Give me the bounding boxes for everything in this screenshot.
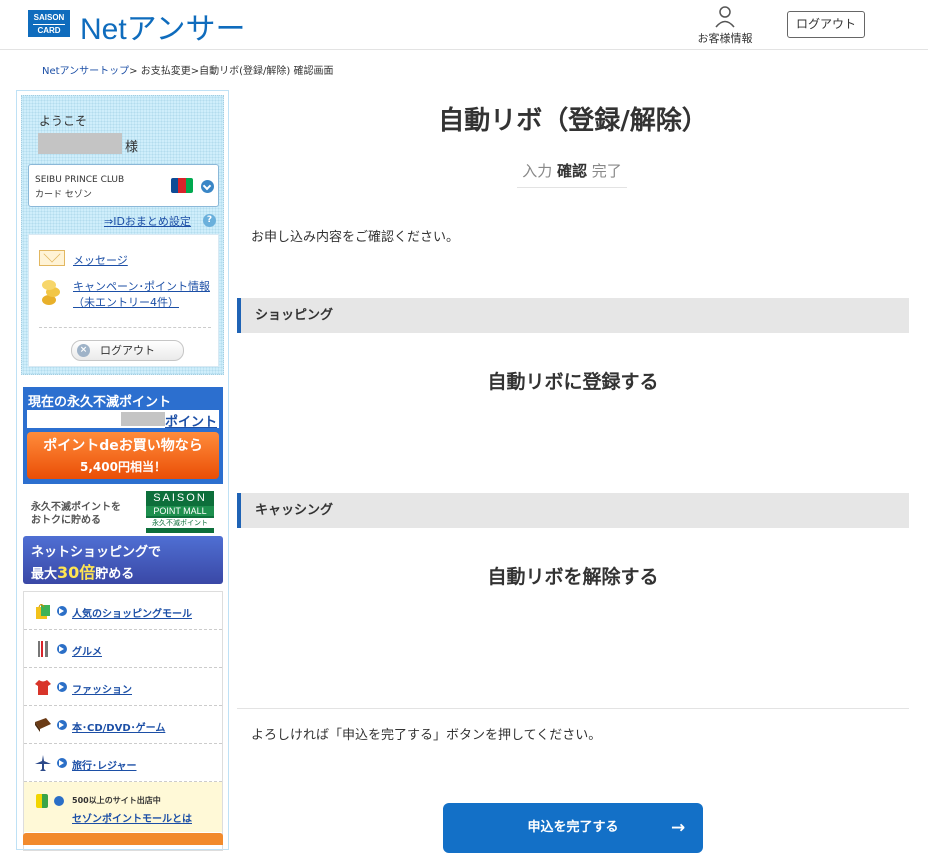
arrow-bullet-icon xyxy=(57,644,67,654)
card-selector[interactable]: SEIBU PRINCE CLUB カード セゾン xyxy=(28,164,219,207)
net-banner-prefix: 最大 xyxy=(31,567,58,582)
breadcrumb-rest: > お支払変更>自動リボ(登録/解除) 確認画面 xyxy=(129,66,334,77)
point-mall-note: 500以上のサイト出店中 セゾンポイントモールとは xyxy=(24,782,222,832)
category-item[interactable]: 旅行･レジャー xyxy=(24,744,222,782)
coins-icon xyxy=(42,280,60,305)
net-banner-line1: ネットショッピングで xyxy=(31,545,162,560)
account-info-label: お客様情報 xyxy=(697,32,753,45)
point-mall-text-line2: おトクに貯める xyxy=(31,515,101,526)
point-mall-banner[interactable]: 永久不滅ポイントを おトクに貯める SAISON POINT MALL 永久不滅… xyxy=(25,491,225,533)
saison-card-logo[interactable]: SAISON CARD xyxy=(28,10,70,37)
arrow-bullet-icon xyxy=(57,606,67,616)
divider xyxy=(39,327,211,328)
arrow-bullet-icon xyxy=(57,758,67,768)
points-unit-link[interactable]: ポイント xyxy=(165,411,217,430)
net-banner-suffix: 貯める xyxy=(95,567,135,582)
masked-user-name xyxy=(38,133,122,154)
step-indicator: 入力 確認 完了 xyxy=(517,160,627,188)
sidebar-logout-label: ログアウト xyxy=(100,344,155,357)
page-title: 自動リボ（登録/解除） xyxy=(438,106,708,136)
shopping-bag-icon xyxy=(36,604,50,619)
mall-logo-line2: POINT MALL xyxy=(146,506,214,516)
message-link[interactable]: メッセージ xyxy=(73,252,128,268)
section-value-shopping: 自動リボに登録する xyxy=(487,371,659,393)
category-item[interactable]: ファッション xyxy=(24,668,222,706)
help-icon[interactable]: ? xyxy=(203,214,216,227)
campaign-points-link[interactable]: キャンペーン･ポイント情報（未エントリー4件） xyxy=(73,279,213,311)
jcb-logo-icon xyxy=(171,178,193,193)
point-mall-about-link[interactable]: セゾンポイントモールとは xyxy=(72,810,192,825)
account-info-button[interactable]: お客様情報 xyxy=(690,4,760,46)
point-mall-text: 永久不滅ポイントを おトクに貯める xyxy=(31,501,121,527)
points-value-row: ポイント xyxy=(27,410,219,430)
logout-button[interactable]: ログアウト xyxy=(787,11,865,38)
category-item[interactable]: 人気のショッピングモール xyxy=(24,592,222,630)
points-shopping-line2: 5,400円相当！ xyxy=(80,460,166,474)
arrow-bullet-icon xyxy=(57,720,67,730)
card-name-line2: カード セゾン xyxy=(35,190,92,200)
category-label: ファッション xyxy=(72,685,132,696)
chevron-down-icon[interactable] xyxy=(201,180,214,193)
arrow-bullet-icon xyxy=(54,796,64,806)
arrow-bullet-icon xyxy=(57,682,67,692)
divider xyxy=(237,708,909,709)
welcome-text: ようこそ xyxy=(39,114,88,128)
mall-logo-line3: 永久不滅ポイント xyxy=(146,518,214,528)
close-icon: × xyxy=(77,344,90,357)
sidebar-logout-button[interactable]: × ログアウト xyxy=(71,340,184,361)
mall-logo-line1: SAISON xyxy=(153,492,207,504)
net-banner-number: 30倍 xyxy=(57,563,96,582)
brand-title[interactable]: Netアンサー xyxy=(80,4,246,48)
saison-point-mall-logo: SAISON POINT MALL 永久不滅ポイント xyxy=(146,491,214,533)
honorific-text: 様 xyxy=(125,140,139,155)
section-heading-shopping: ショッピング xyxy=(237,298,909,333)
person-icon xyxy=(715,6,735,28)
welcome-panel: ようこそ 様 SEIBU PRINCE CLUB カード セゾン ⇒IDおまとめ… xyxy=(21,95,224,375)
breadcrumb: Netアンサートップ> お支払変更>自動リボ(登録/解除) 確認画面 xyxy=(42,62,333,77)
category-item[interactable]: 本･CD/DVD･ゲーム xyxy=(24,706,222,744)
masked-points-value xyxy=(121,412,165,426)
arrow-right-icon: → xyxy=(671,818,686,838)
main-content: 自動リボ（登録/解除） 入力 確認 完了 お申し込み内容をご確認ください。 ショ… xyxy=(237,90,909,853)
section-heading-cashing: キャッシング xyxy=(237,493,909,528)
id-merge-link[interactable]: ⇒IDおまとめ設定 xyxy=(104,213,191,229)
category-list: 人気のショッピングモール グルメ ファッション 本･CD/DVD･ゲーム 旅行･… xyxy=(23,591,223,851)
cutlery-icon xyxy=(38,641,48,657)
step-input: 入力 xyxy=(522,162,553,180)
point-mall-note-text: 500以上のサイト出店中 xyxy=(72,796,161,805)
envelope-icon xyxy=(39,250,65,266)
category-label: 人気のショッピングモール xyxy=(72,609,192,620)
sidebar: ようこそ 様 SEIBU PRINCE CLUB カード セゾン ⇒IDおまとめ… xyxy=(16,90,229,851)
section-value-cashing: 自動リボを解除する xyxy=(487,566,659,588)
logo-bottom-text: CARD xyxy=(33,24,65,37)
points-title: 現在の永久不滅ポイント xyxy=(28,395,172,410)
header: SAISON CARD Netアンサー お客様情報 ログアウト xyxy=(0,0,928,50)
intro-text: お申し込み内容をご確認ください。 xyxy=(251,230,460,245)
category-label: 旅行･レジャー xyxy=(72,761,137,772)
confirm-instruction: よろしければ「申込を完了する」ボタンを押してください。 xyxy=(251,728,602,743)
points-shopping-line1: ポイントdeお買い物なら xyxy=(43,438,203,454)
user-menu: メッセージ キャンペーン･ポイント情報（未エントリー4件） × ログアウト xyxy=(28,234,219,367)
beginner-mark-icon xyxy=(36,794,48,808)
net-banner-line2: 最大30倍貯める xyxy=(31,559,134,583)
points-shopping-banner[interactable]: ポイントdeお買い物なら 5,400円相当！ xyxy=(27,432,219,479)
points-panel: 現在の永久不滅ポイント ポイント ポイントdeお買い物なら 5,400円相当！ xyxy=(23,387,223,484)
book-icon xyxy=(35,718,51,732)
shirt-icon xyxy=(35,680,51,695)
submit-application-button[interactable]: 申込を完了する → xyxy=(443,803,703,853)
net-shopping-banner[interactable]: ネットショッピングで 最大30倍貯める xyxy=(23,536,223,584)
category-item[interactable]: グルメ xyxy=(24,630,222,668)
orange-banner-strip xyxy=(23,833,223,845)
step-confirm: 確認 xyxy=(556,162,587,180)
logo-top-text: SAISON xyxy=(33,13,65,22)
point-mall-text-line1: 永久不滅ポイントを xyxy=(31,502,121,513)
breadcrumb-top-link[interactable]: Netアンサートップ xyxy=(42,66,129,77)
airplane-icon xyxy=(35,755,51,771)
step-complete: 完了 xyxy=(591,162,622,180)
submit-label: 申込を完了する xyxy=(527,820,619,835)
category-label: 本･CD/DVD･ゲーム xyxy=(72,723,166,734)
category-label: グルメ xyxy=(72,647,102,658)
card-name-line1: SEIBU PRINCE CLUB xyxy=(35,175,125,185)
